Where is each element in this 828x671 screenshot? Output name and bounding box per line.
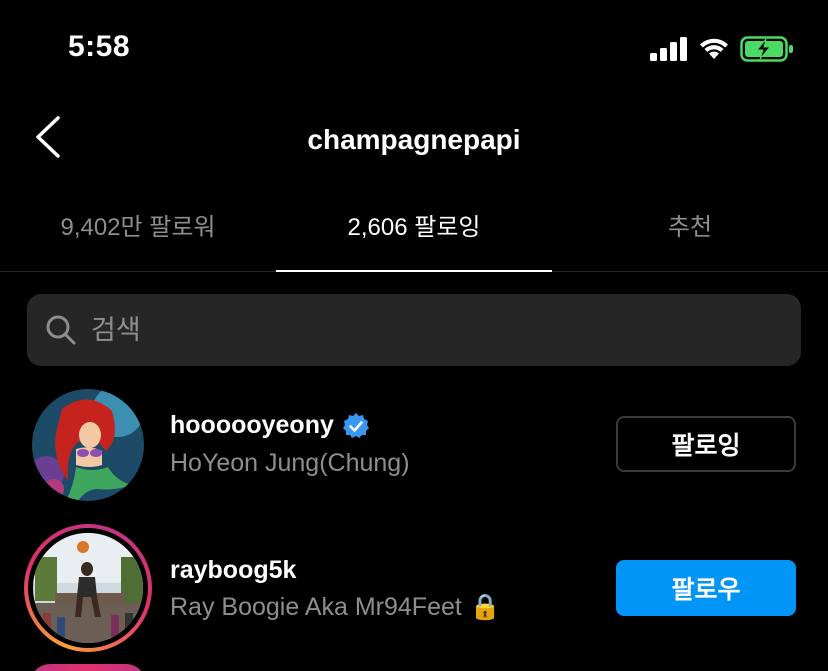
list-item[interactable]: hoooooyeony HoYeon Jung(Chung) 팔로잉 <box>0 385 828 515</box>
lock-emoji: 🔒 <box>469 592 501 621</box>
full-name: HoYeon Jung(Chung) <box>170 449 410 477</box>
username[interactable]: hoooooyeony <box>170 411 370 440</box>
story-ring[interactable] <box>24 524 152 652</box>
username[interactable]: rayboog5k <box>170 556 296 585</box>
username-text: hoooooyeony <box>170 411 334 439</box>
full-name-text: Ray Boogie Aka Mr94Feet <box>170 592 462 621</box>
full-name: Ray Boogie Aka Mr94Feet 🔒 <box>170 592 501 622</box>
avatar-image <box>33 533 143 643</box>
verified-badge-icon <box>342 412 369 438</box>
status-time: 5:58 <box>68 30 131 63</box>
search-bar[interactable] <box>27 294 801 366</box>
following-button[interactable]: 팔로잉 <box>616 416 796 472</box>
search-icon <box>46 315 76 345</box>
screen: 5:58 champagnepapi 9,402만 팔로워 2,606 팔로잉 <box>0 0 828 671</box>
wifi-icon <box>700 38 728 59</box>
list-item[interactable]: rayboog5k Ray Boogie Aka Mr94Feet 🔒 팔로우 <box>0 520 828 652</box>
avatar <box>33 533 143 643</box>
cellular-signal-icon <box>650 37 687 61</box>
tab-bar: 9,402만 팔로워 2,606 팔로잉 추천 <box>0 196 828 272</box>
page-title: champagnepapi <box>307 124 521 155</box>
tab-suggested[interactable]: 추천 <box>552 196 828 271</box>
tab-followers[interactable]: 9,402만 팔로워 <box>0 196 276 271</box>
avatar-image <box>32 389 144 501</box>
status-icons <box>650 36 794 62</box>
follow-button[interactable]: 팔로우 <box>616 560 796 616</box>
next-story-ring-partial <box>30 664 146 671</box>
battery-charging-icon <box>740 36 793 62</box>
search-input[interactable] <box>89 313 773 347</box>
avatar[interactable] <box>32 389 144 501</box>
tab-following[interactable]: 2,606 팔로잉 <box>276 196 552 272</box>
